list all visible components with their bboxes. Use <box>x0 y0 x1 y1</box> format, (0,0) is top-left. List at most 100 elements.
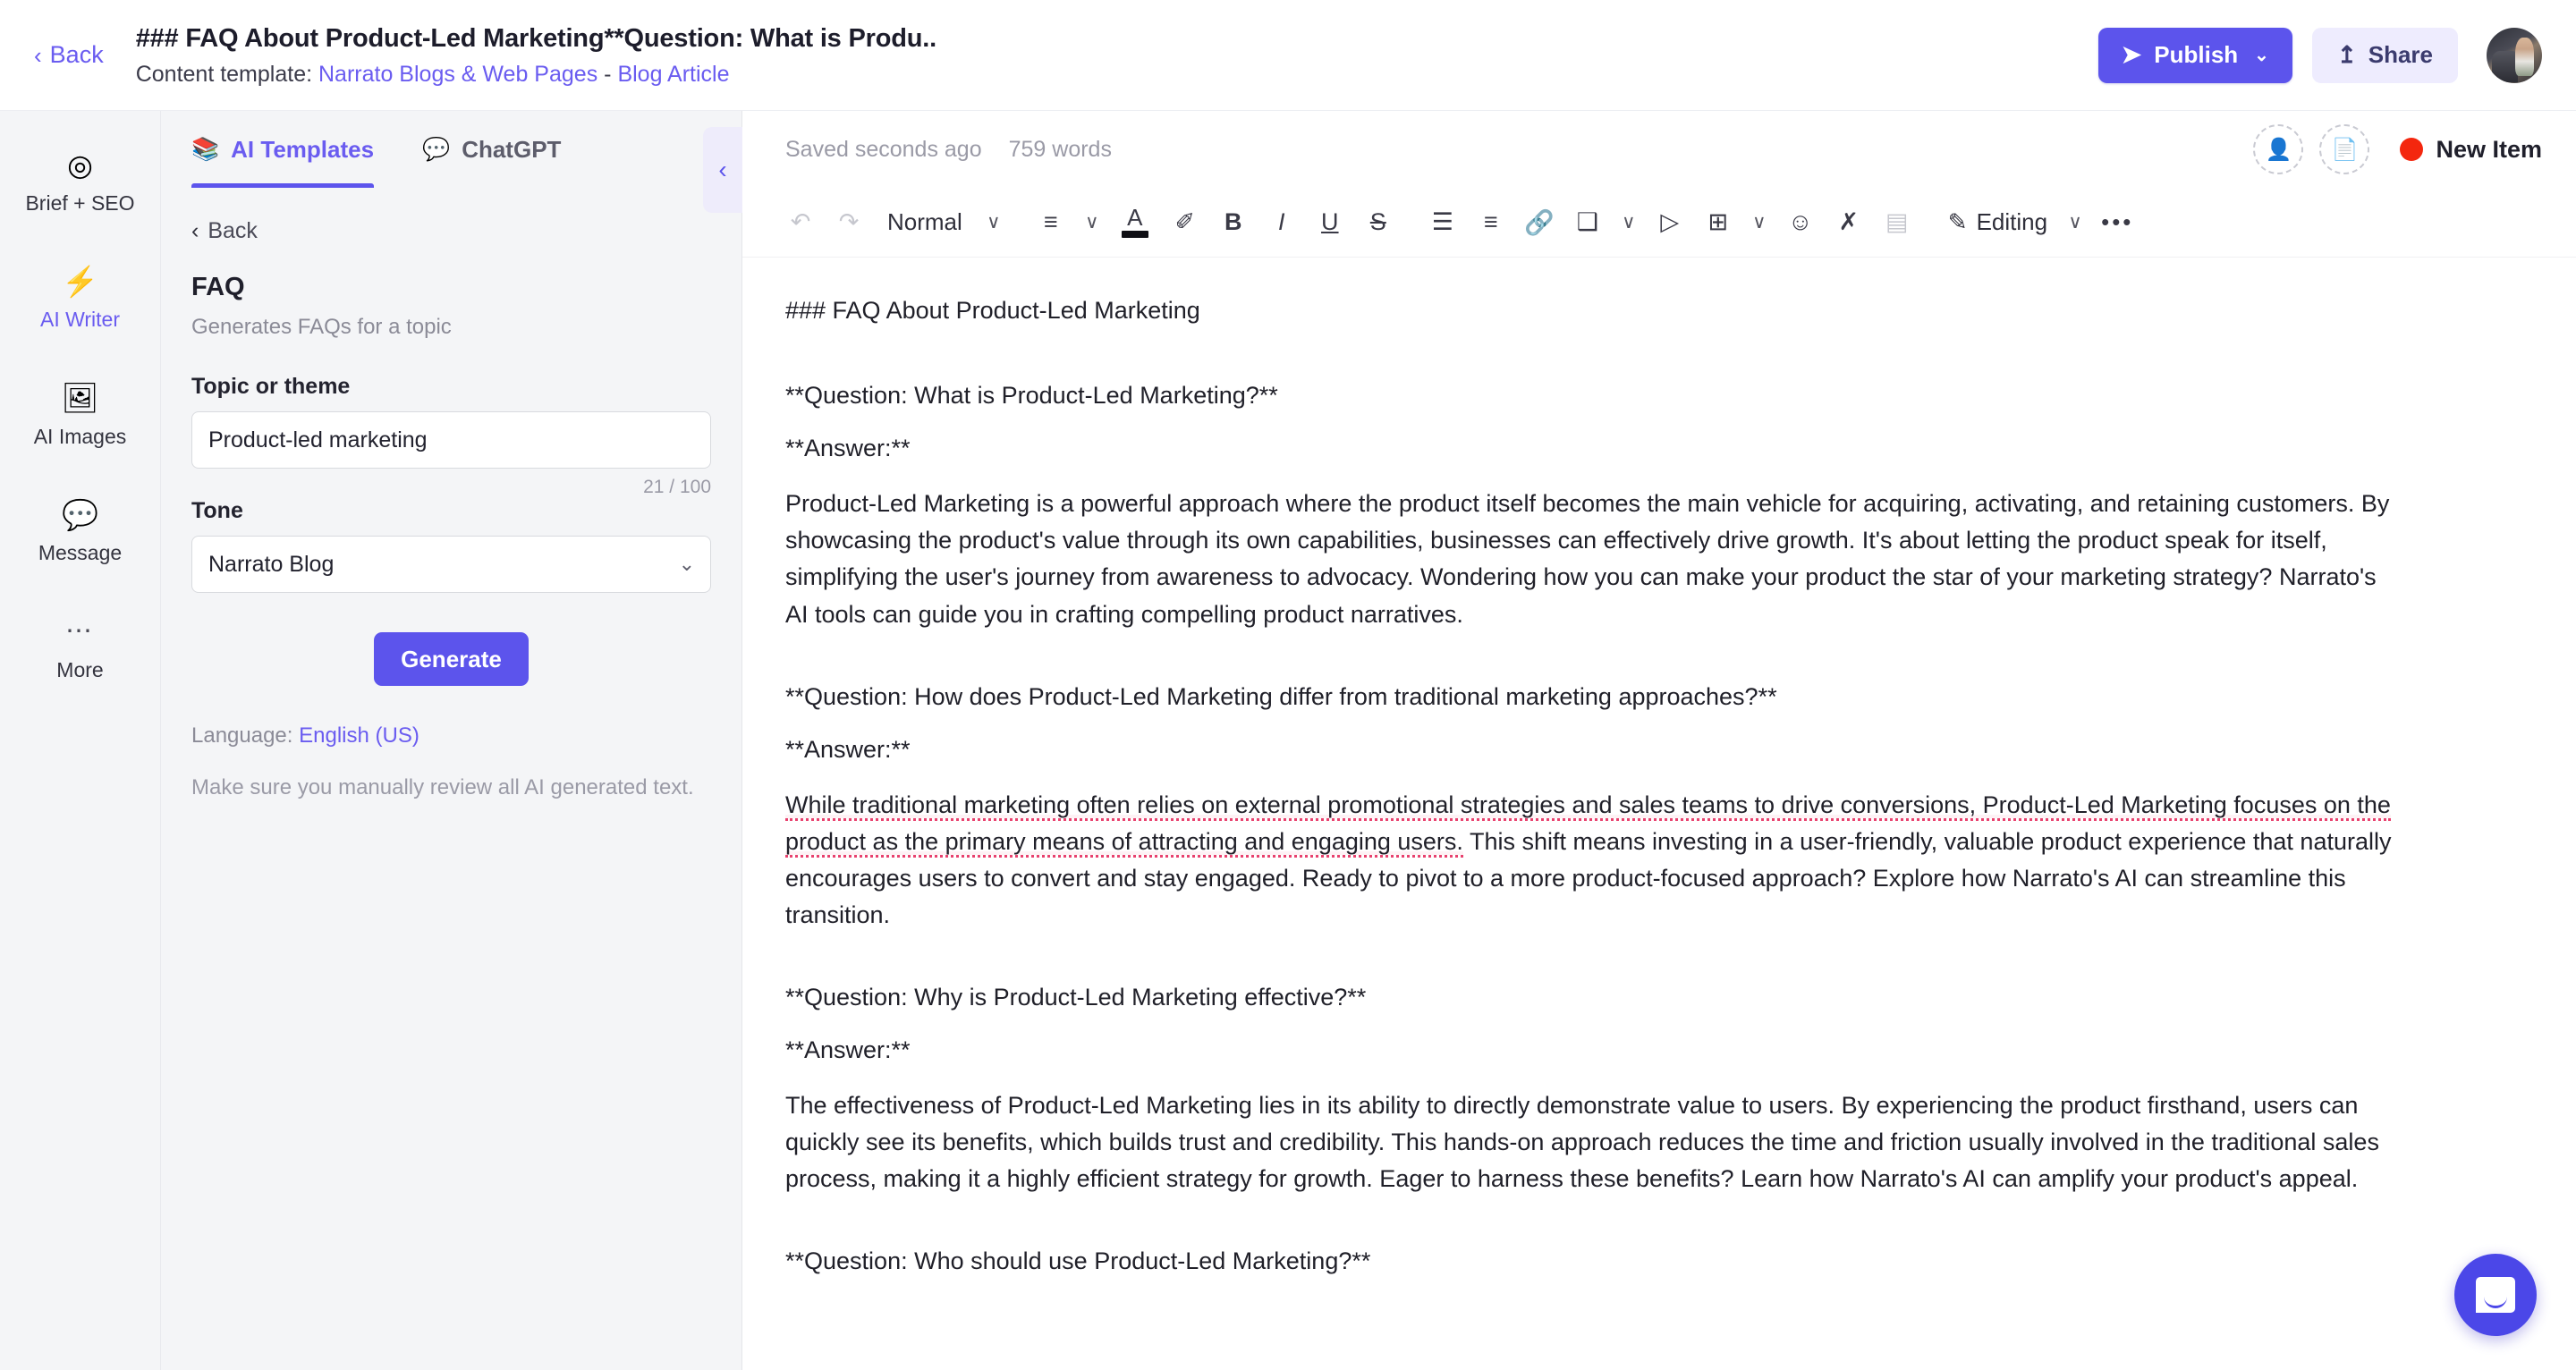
tab-label: ChatGPT <box>462 135 562 163</box>
italic-icon[interactable]: I <box>1259 198 1304 248</box>
tone-select[interactable]: Narrato Blog <box>191 536 711 593</box>
avatar[interactable] <box>2487 27 2542 83</box>
tab-chatgpt[interactable]: 💬 ChatGPT <box>422 111 561 188</box>
table-chevron-down-icon[interactable]: ∨ <box>1744 198 1775 248</box>
sidebar-item-label: More <box>56 657 104 681</box>
highlight-icon[interactable]: ✐ <box>1163 198 1208 248</box>
editing-mode-button[interactable]: ✎ Editing <box>1939 208 2056 236</box>
ai-disclaimer: Make sure you manually review all AI gen… <box>191 775 694 799</box>
collapse-panel-button[interactable]: ‹ <box>703 127 742 213</box>
share-button[interactable]: ↥ Share <box>2311 27 2458 83</box>
text-color-swatch <box>1121 230 1148 238</box>
ellipsis-icon: ⋯ <box>65 616 95 647</box>
underline-icon[interactable]: U <box>1308 198 1352 248</box>
language-label: Language: <box>191 723 293 748</box>
chatgpt-icon: 💬 <box>422 136 451 162</box>
emoji-icon[interactable]: ☺ <box>1778 198 1823 248</box>
faq-block: **Question: What is Product-Led Marketin… <box>785 378 2504 632</box>
faq-answer-text: While traditional marketing often relies… <box>785 787 2395 934</box>
editor-toolbar: ↶ ↷ Normal ∨ ≡ ∨ A ✐ B I U S ☰ ≡ 🔗 ❑ ∨ ▷… <box>742 188 2576 258</box>
content-template-line: Content template: Narrato Blogs & Web Pa… <box>136 62 2098 88</box>
image-chevron-down-icon[interactable]: ∨ <box>1614 198 1644 248</box>
block-style-select[interactable]: Normal <box>875 198 975 248</box>
top-bar: ‹ Back ### FAQ About Product-Led Marketi… <box>0 0 2576 111</box>
more-options-icon[interactable]: ••• <box>2094 198 2140 248</box>
content-template-link[interactable]: Narrato Blogs & Web Pages <box>318 62 597 87</box>
back-button-label: Back <box>49 41 104 68</box>
sidebar-item-message[interactable]: 💬 Message <box>9 484 152 577</box>
content-template-label: Content template: <box>135 62 313 88</box>
undo-icon[interactable]: ↶ <box>778 198 823 248</box>
ai-templates-panel: 📚 AI Templates 💬 ChatGPT ‹ ‹ Back FAQ Ge… <box>161 111 742 1370</box>
topic-input[interactable] <box>191 411 711 469</box>
text-color-icon[interactable]: A <box>1111 198 1159 248</box>
top-bar-actions: ➤ Publish ⌄ ↥ Share <box>2097 27 2542 83</box>
faq-answer-text: Product-Led Marketing is a powerful appr… <box>785 486 2395 632</box>
upload-icon: ↥ <box>2336 41 2357 68</box>
publish-button-label: Publish <box>2154 41 2239 68</box>
editor-status-bar: Saved seconds ago 759 words 👤 📄 New Item <box>742 111 2576 188</box>
table-icon[interactable]: ⊞ <box>1696 198 1741 248</box>
faq-question: **Question: What is Product-Led Marketin… <box>785 382 1278 410</box>
topic-char-count: 21 / 100 <box>643 477 711 497</box>
strikethrough-icon[interactable]: S <box>1356 198 1401 248</box>
panel-title: FAQ <box>191 273 245 301</box>
panel-back-button[interactable]: ‹ Back <box>191 218 711 244</box>
sidebar-item-more[interactable]: ⋯ More <box>9 601 152 694</box>
back-button[interactable]: ‹ Back <box>27 36 111 74</box>
generate-button[interactable]: Generate <box>374 632 529 686</box>
video-icon[interactable]: ▷ <box>1648 198 1692 248</box>
new-item-button[interactable]: New Item <box>2400 136 2542 164</box>
faq-answer-text: The effectiveness of Product-Led Marketi… <box>785 1087 2395 1197</box>
add-collaborator-icon[interactable]: 👤 <box>2253 124 2304 174</box>
link-icon[interactable]: 🔗 <box>1517 198 1562 248</box>
topic-field-label: Topic or theme <box>191 374 351 399</box>
sidebar-item-ai-writer[interactable]: ⚡ AI Writer <box>9 250 152 343</box>
publish-button[interactable]: ➤ Publish ⌄ <box>2097 27 2292 83</box>
align-icon[interactable]: ≡ <box>1029 198 1073 248</box>
faq-answer-label: **Answer:** <box>785 1036 911 1064</box>
sidebar-rail: ◎ Brief + SEO ⚡ AI Writer 🖼 AI Images 💬 … <box>0 111 161 1370</box>
block-style-chevron-down-icon[interactable]: ∨ <box>979 198 1009 248</box>
align-chevron-down-icon[interactable]: ∨ <box>1077 198 1107 248</box>
word-count: 759 words <box>1008 136 1112 162</box>
sidebar-item-ai-images[interactable]: 🖼 AI Images <box>9 368 152 461</box>
faq-question: **Question: How does Product-Led Marketi… <box>785 682 1777 710</box>
redo-icon[interactable]: ↷ <box>826 198 871 248</box>
intercom-chat-button[interactable] <box>2454 1254 2537 1336</box>
content-template-separator: - <box>604 62 612 88</box>
title-block: ### FAQ About Product-Led Marketing**Que… <box>136 22 2098 89</box>
saved-status: Saved seconds ago <box>785 136 982 162</box>
content-template-variant-link[interactable]: Blog Article <box>617 62 729 87</box>
faq-answer-body: Product-Led Marketing is a powerful appr… <box>785 490 2390 628</box>
document-title[interactable]: ### FAQ About Product-Led Marketing**Que… <box>136 22 2098 56</box>
document-canvas[interactable]: ### FAQ About Product-Led Marketing **Qu… <box>742 258 2576 1370</box>
clear-format-icon[interactable]: ✗ <box>1826 198 1871 248</box>
app-root: ‹ Back ### FAQ About Product-Led Marketi… <box>0 0 2576 1370</box>
editing-chevron-down-icon[interactable]: ∨ <box>2060 198 2090 248</box>
language-line: Language: English (US) <box>191 723 711 748</box>
add-document-icon[interactable]: 📄 <box>2319 124 2370 174</box>
chat-icon: 💬 <box>61 497 99 531</box>
status-badge <box>2400 138 2424 161</box>
text-color-glyph: A <box>1127 204 1143 232</box>
image-icon[interactable]: ❑ <box>1565 198 1610 248</box>
faq-block: **Question: Why is Product-Led Marketing… <box>785 980 2504 1197</box>
image-icon: 🖼 <box>61 381 99 415</box>
send-icon: ➤ <box>2121 41 2142 68</box>
faq-block: **Question: How does Product-Led Marketi… <box>785 680 2504 934</box>
chat-bubble-icon <box>2476 1277 2515 1313</box>
numbered-list-icon[interactable]: ≡ <box>1469 198 1513 248</box>
chevron-down-icon[interactable]: ⌄ <box>2254 47 2269 64</box>
sidebar-item-brief-seo[interactable]: ◎ Brief + SEO <box>9 134 152 227</box>
editor-pane: Saved seconds ago 759 words 👤 📄 New Item… <box>742 111 2576 1370</box>
chevron-left-icon: ‹ <box>191 218 199 243</box>
tab-ai-templates[interactable]: 📚 AI Templates <box>191 111 375 188</box>
panel-back-label: Back <box>208 218 258 243</box>
panel-tab-bar: 📚 AI Templates 💬 ChatGPT <box>161 111 741 188</box>
language-link[interactable]: English (US) <box>299 723 419 748</box>
bullet-list-icon[interactable]: ☰ <box>1420 198 1465 248</box>
bold-icon[interactable]: B <box>1211 198 1256 248</box>
tone-field-label: Tone <box>191 498 243 523</box>
card-icon[interactable]: ▤ <box>1875 198 1919 248</box>
